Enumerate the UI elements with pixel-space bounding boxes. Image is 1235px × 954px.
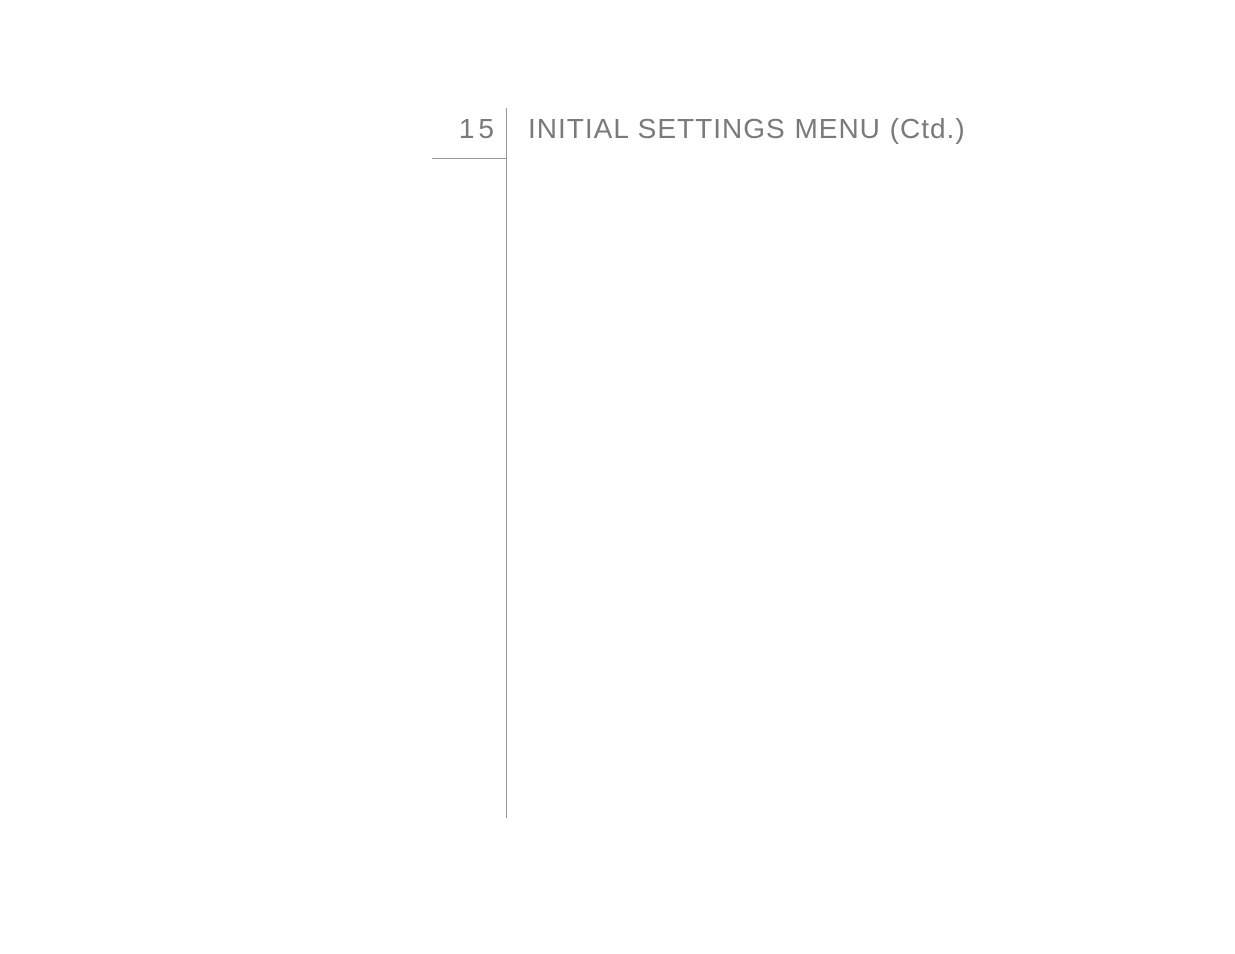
section-title: INITIAL SETTINGS MENU (Ctd.): [528, 113, 966, 145]
vertical-divider: [506, 108, 507, 818]
page-container: 15 INITIAL SETTINGS MENU (Ctd.): [0, 0, 1235, 954]
section-number: 15: [432, 113, 498, 145]
horizontal-divider: [432, 158, 506, 159]
